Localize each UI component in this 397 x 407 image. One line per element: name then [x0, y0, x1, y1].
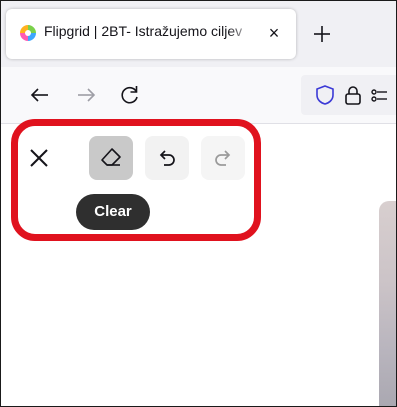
tab-title: Flipgrid | 2BT- Istražujemo ciljev — [44, 23, 254, 39]
back-arrow-icon — [30, 88, 48, 102]
address-bar[interactable] — [301, 75, 396, 115]
close-tab-icon[interactable]: × — [262, 21, 286, 45]
video-preview-image — [379, 201, 396, 406]
close-icon — [30, 149, 48, 167]
reload-button[interactable] — [115, 80, 145, 110]
forward-button[interactable] — [71, 80, 101, 110]
browser-window: Flipgrid | 2BT- Istražujemo ciljev × Cle… — [0, 0, 397, 407]
eraser-icon — [101, 148, 121, 166]
browser-tab[interactable]: Flipgrid | 2BT- Istražujemo ciljev × — [6, 9, 296, 59]
plus-icon — [314, 26, 330, 42]
redo-button[interactable] — [201, 136, 245, 180]
close-button[interactable] — [17, 136, 61, 180]
undo-icon — [159, 150, 175, 166]
flipgrid-favicon-icon — [20, 25, 36, 41]
navigation-toolbar — [1, 67, 396, 124]
tracking-shield-icon[interactable] — [313, 83, 337, 107]
site-permissions-icon[interactable] — [369, 83, 389, 107]
clear-button[interactable] — [89, 136, 133, 180]
clear-tooltip: Clear — [76, 194, 150, 230]
reload-icon — [121, 86, 138, 104]
new-tab-button[interactable] — [307, 19, 337, 49]
lock-icon[interactable] — [341, 83, 365, 107]
undo-button[interactable] — [145, 136, 189, 180]
tab-strip: Flipgrid | 2BT- Istražujemo ciljev × — [1, 1, 396, 67]
back-button[interactable] — [25, 80, 55, 110]
forward-arrow-icon — [78, 88, 96, 102]
redo-icon — [215, 150, 231, 166]
